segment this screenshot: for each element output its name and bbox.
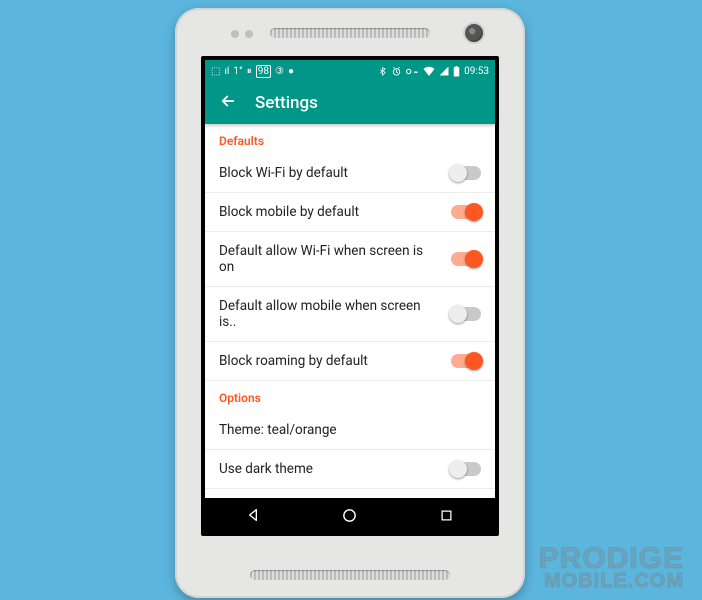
status-left: ⬚ ıl 1° ⏸ 98 ③ ● (211, 65, 294, 78)
row-block-wifi[interactable]: Block Wi-Fi by default (205, 154, 495, 193)
row-allow-mobile-screen[interactable]: Default allow mobile when screen is.. (205, 287, 495, 342)
row-block-roaming[interactable]: Block roaming by default (205, 342, 495, 381)
row-theme[interactable]: Theme: teal/orange (205, 411, 495, 450)
back-arrow-icon[interactable] (219, 92, 237, 114)
screen: ⬚ ıl 1° ⏸ 98 ③ ● 09:53 (205, 60, 495, 532)
section-header-defaults: Defaults (205, 124, 495, 154)
bluetooth-icon (378, 66, 387, 77)
nav-recent-button[interactable] (427, 508, 467, 523)
status-badge: ③ (275, 66, 284, 77)
status-right: 09:53 (378, 66, 489, 77)
dot-icon: ● (288, 66, 294, 77)
row-block-mobile[interactable]: Block mobile by default (205, 193, 495, 232)
toggle-block-mobile[interactable] (451, 205, 481, 219)
status-bar: ⬚ ıl 1° ⏸ 98 ③ ● 09:53 (205, 60, 495, 82)
clock-text: 09:53 (464, 66, 489, 77)
toggle-block-roaming[interactable] (451, 354, 481, 368)
wifi-icon (423, 66, 435, 76)
cell-icon (439, 66, 449, 76)
alarm-icon (391, 66, 402, 77)
watermark: PRODIGE MOBILE.COM (539, 545, 684, 590)
status-text: 1° (233, 66, 242, 77)
signal-icon: ıl (224, 66, 229, 77)
toggle-block-wifi[interactable] (451, 166, 481, 180)
row-label: Use dark theme (219, 461, 451, 477)
row-dark-theme[interactable]: Use dark theme (205, 450, 495, 489)
row-allow-wifi-screen[interactable]: Default allow Wi-Fi when screen is on (205, 232, 495, 287)
key-icon (406, 67, 419, 76)
row-auto-enable[interactable]: Auto enable after 10 minutes After disab… (205, 489, 495, 498)
nav-back-button[interactable] (233, 507, 273, 523)
pause-icon: ⏸ (247, 66, 252, 77)
nav-home-button[interactable] (330, 507, 370, 524)
page-title: Settings (255, 93, 318, 113)
toggle-allow-mobile-screen[interactable] (451, 307, 481, 321)
app-bar: Settings (205, 82, 495, 124)
phone-bottom (175, 536, 525, 598)
row-label: Default allow mobile when screen is.. (219, 298, 451, 330)
screen-bezel: ⬚ ıl 1° ⏸ 98 ③ ● 09:53 (201, 56, 499, 536)
phone-top (175, 8, 525, 56)
status-badge: 98 (256, 65, 271, 78)
battery-icon (453, 66, 460, 77)
settings-list[interactable]: Defaults Block Wi-Fi by default Block mo… (205, 124, 495, 498)
phone-frame: ⬚ ıl 1° ⏸ 98 ③ ● 09:53 (175, 8, 525, 598)
row-label: Block Wi-Fi by default (219, 165, 451, 181)
row-label: Block mobile by default (219, 204, 451, 220)
status-icon: ⬚ (211, 66, 220, 77)
section-header-options: Options (205, 381, 495, 411)
toggle-dark-theme[interactable] (451, 462, 481, 476)
nav-bar (205, 498, 495, 532)
row-label: Block roaming by default (219, 353, 451, 369)
row-label: Theme: teal/orange (219, 422, 481, 438)
row-label: Default allow Wi-Fi when screen is on (219, 243, 451, 275)
toggle-allow-wifi-screen[interactable] (451, 252, 481, 266)
